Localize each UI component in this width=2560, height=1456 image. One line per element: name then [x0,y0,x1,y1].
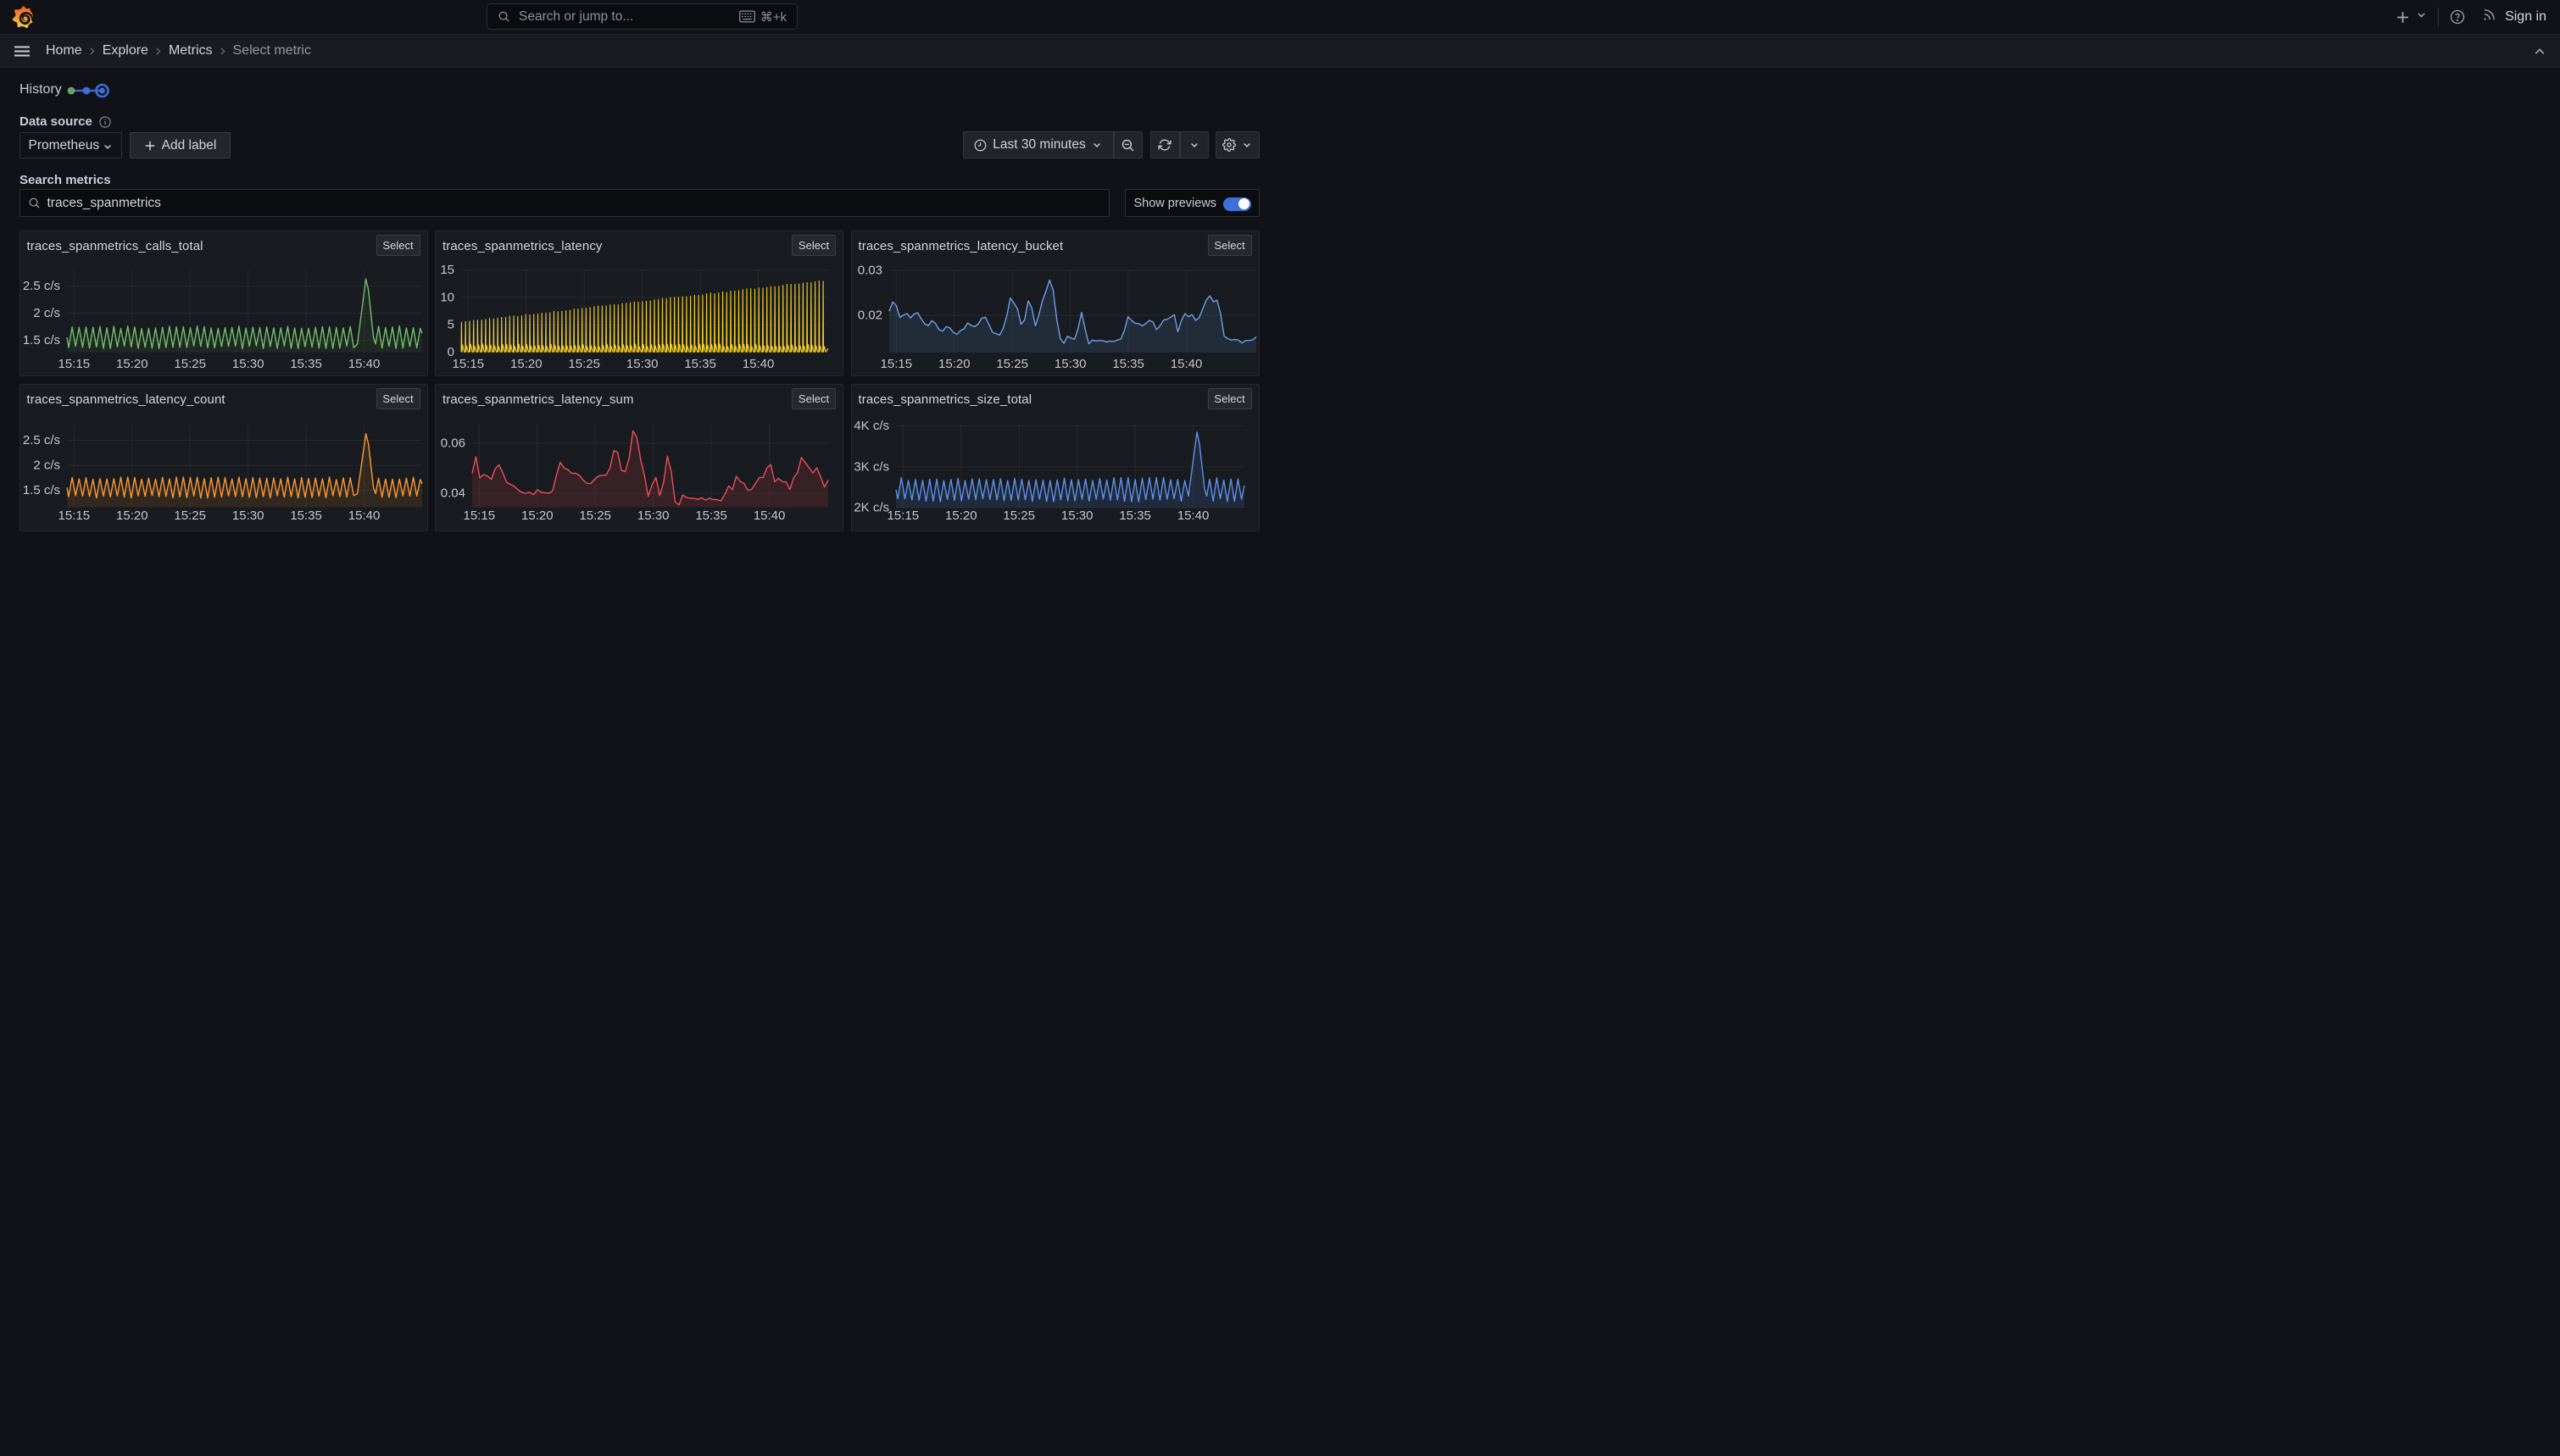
svg-text:3K c/s: 3K c/s [854,459,889,474]
svg-text:15:35: 15:35 [1119,508,1151,523]
svg-text:15:15: 15:15 [453,357,485,371]
svg-text:0.03: 0.03 [857,263,882,277]
svg-text:2K c/s: 2K c/s [854,501,889,515]
svg-text:15:15: 15:15 [887,508,919,523]
svg-text:15:40: 15:40 [754,508,786,523]
svg-text:15:35: 15:35 [1112,357,1144,371]
svg-text:15:30: 15:30 [637,508,670,523]
svg-text:15:35: 15:35 [290,357,322,371]
svg-text:15:25: 15:25 [568,357,600,371]
svg-text:15:20: 15:20 [945,508,977,523]
svg-text:15:40: 15:40 [743,357,775,371]
svg-text:15:40: 15:40 [348,508,380,523]
svg-text:15: 15 [440,263,454,277]
svg-text:15:35: 15:35 [684,357,716,371]
svg-text:5: 5 [448,317,454,331]
svg-text:15:20: 15:20 [510,357,543,371]
svg-text:2.5 c/s: 2.5 c/s [22,433,59,447]
svg-text:15:30: 15:30 [1060,508,1093,523]
svg-text:15:20: 15:20 [938,357,971,371]
svg-text:15:25: 15:25 [174,508,206,523]
svg-text:0.02: 0.02 [857,308,882,322]
svg-text:0.04: 0.04 [441,486,465,501]
svg-text:15:20: 15:20 [116,508,148,523]
svg-text:15:35: 15:35 [290,508,322,523]
svg-text:0.06: 0.06 [441,436,465,451]
svg-text:15:25: 15:25 [996,357,1028,371]
svg-text:15:15: 15:15 [58,508,90,523]
svg-text:15:35: 15:35 [695,508,727,523]
svg-text:15:15: 15:15 [58,357,90,371]
svg-text:4K c/s: 4K c/s [854,419,889,433]
svg-text:15:20: 15:20 [116,357,148,371]
svg-text:2 c/s: 2 c/s [33,458,60,473]
svg-text:15:40: 15:40 [348,357,380,371]
svg-text:2.5 c/s: 2.5 c/s [22,279,59,293]
svg-text:15:15: 15:15 [880,357,912,371]
svg-text:15:30: 15:30 [231,508,264,523]
svg-text:15:30: 15:30 [231,357,264,371]
svg-text:15:25: 15:25 [174,357,206,371]
svg-text:15:30: 15:30 [626,357,659,371]
svg-text:1.5 c/s: 1.5 c/s [22,333,59,347]
svg-text:1.5 c/s: 1.5 c/s [22,483,59,497]
svg-text:15:25: 15:25 [579,508,611,523]
svg-text:15:40: 15:40 [1170,357,1202,371]
svg-text:15:25: 15:25 [1003,508,1035,523]
svg-text:15:15: 15:15 [464,508,496,523]
svg-text:15:40: 15:40 [1177,508,1209,523]
svg-text:15:30: 15:30 [1054,357,1086,371]
svg-text:15:20: 15:20 [521,508,554,523]
svg-text:0: 0 [448,345,454,359]
svg-text:10: 10 [440,290,454,304]
svg-text:2 c/s: 2 c/s [33,306,60,320]
